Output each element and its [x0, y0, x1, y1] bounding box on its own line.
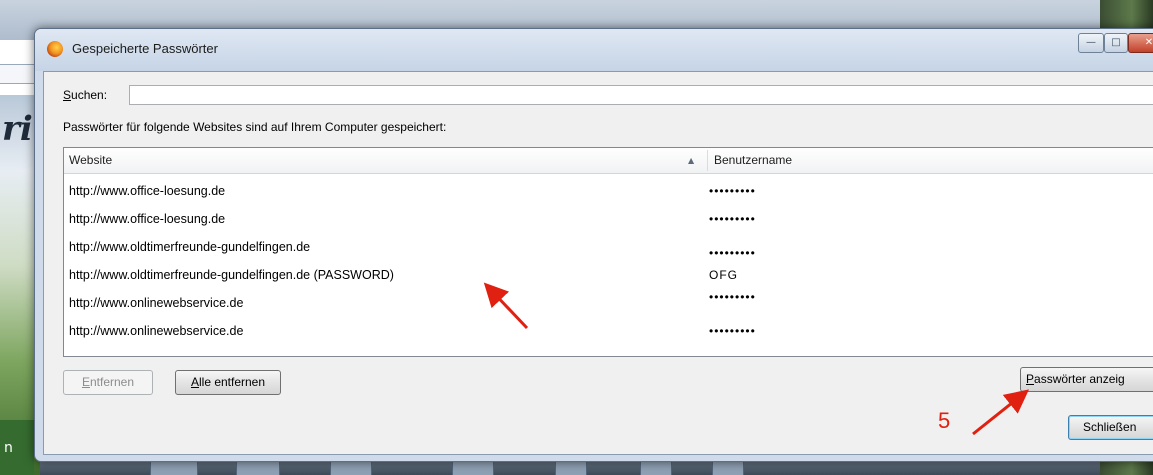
- red-arrow-to-show-passwords: [972, 389, 1030, 436]
- annotation-arrows: [483, 282, 1030, 436]
- screen: ri n Gespeicherte Passwörter — □ ✕ Suche…: [0, 0, 1153, 475]
- red-arrow-to-password-row: [483, 282, 529, 330]
